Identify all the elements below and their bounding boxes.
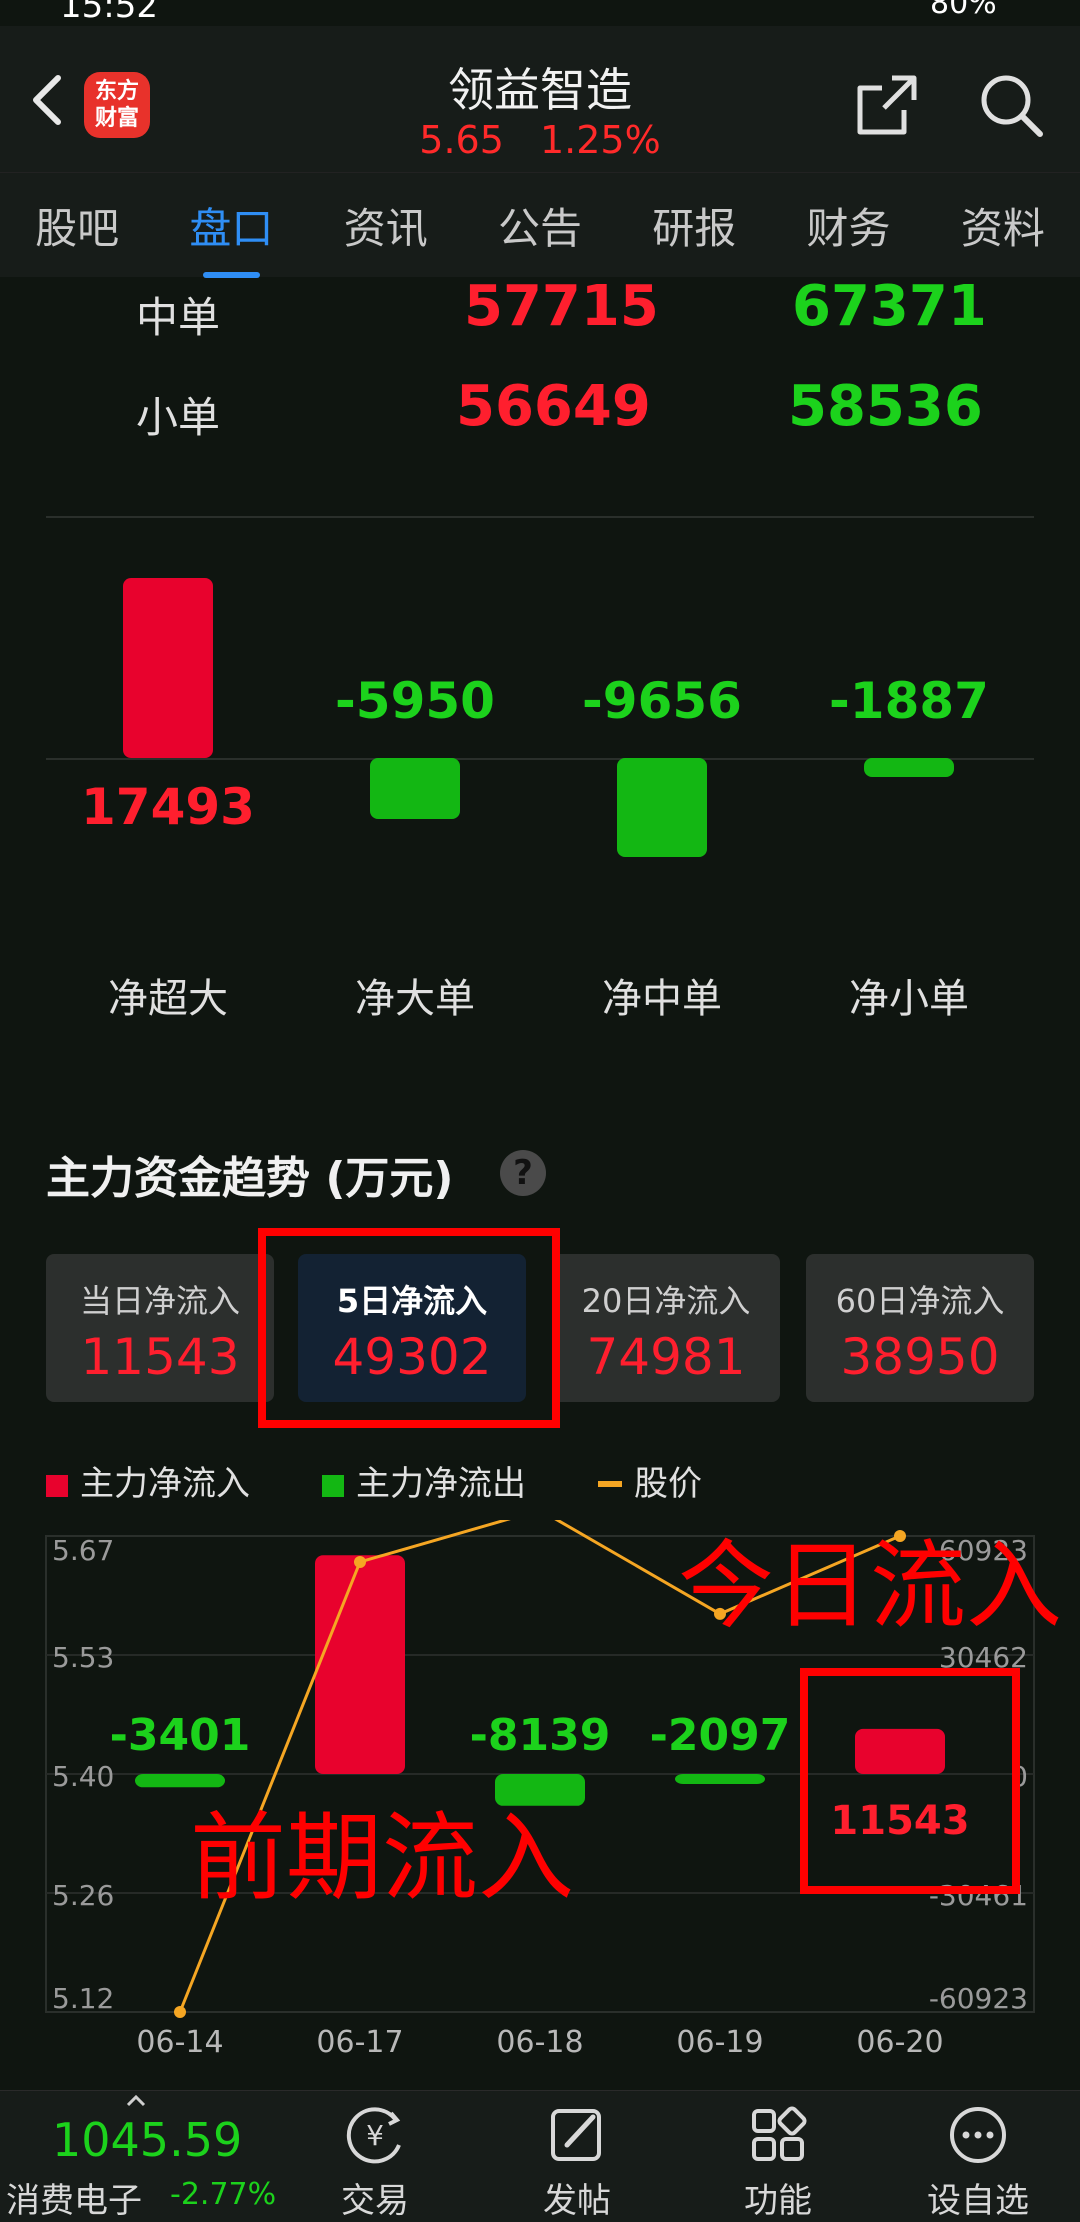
nav-add-watchlist-label: 设自选 (927, 2181, 1029, 2221)
net-label-super: 净超大 (108, 976, 228, 1022)
status-bar: 15:52 80% (0, 0, 1080, 26)
card-60day-label: 60日净流入 (835, 1282, 1005, 1320)
price-point-0 (174, 2006, 186, 2018)
legend-price-text: 股价 (634, 1464, 702, 1504)
nav-functions-label: 功能 (744, 2181, 812, 2221)
y-left-tick: 5.53 (52, 1641, 114, 1674)
net-label-large: 净大单 (355, 976, 475, 1022)
stock-price: 5.65 (419, 118, 504, 162)
tab-pankou[interactable]: 盘口 (183, 195, 279, 278)
nav-trade-label: 交易 (341, 2181, 409, 2221)
net-value-1: -5950 (335, 672, 495, 730)
annotation-today-inflow: 今日流入 (678, 1530, 1062, 1642)
help-icon[interactable]: ? (500, 1150, 546, 1196)
tab-bar: 股吧 盘口 资讯 公告 研报 财务 资料 (0, 172, 1080, 278)
nav-add-watchlist[interactable]: 设自选 (918, 2105, 1038, 2222)
yen-circle-icon: ¥ (346, 2107, 401, 2164)
legend-price-swatch (598, 1481, 622, 1487)
card-today-label: 当日净流入 (79, 1282, 240, 1320)
card-20day-value: 74981 (586, 1328, 746, 1386)
trend-bar-3 (675, 1774, 765, 1784)
card-today[interactable]: 当日净流入 11543 (46, 1254, 274, 1402)
card-20day-label: 20日净流入 (581, 1282, 751, 1320)
nav-post[interactable]: 发帖 (517, 2105, 637, 2222)
y-right-tick: -60923 (929, 1982, 1028, 2015)
card-60day[interactable]: 60日净流入 38950 (806, 1254, 1034, 1402)
card-today-value: 11543 (80, 1328, 240, 1386)
legend-outflow: 主力净流出 (322, 1456, 526, 1505)
x-tick-1: 06-17 (316, 2025, 403, 2060)
nav-trade[interactable]: ¥ 交易 (315, 2105, 435, 2222)
tab-finance[interactable]: 财务 (801, 195, 897, 256)
stock-change: 1.25% (539, 118, 661, 162)
trend-bar-label-3: -2097 (650, 1710, 791, 1761)
y-left-tick: 5.40 (52, 1760, 114, 1793)
x-tick-0: 06-14 (136, 2025, 223, 2060)
card-20day[interactable]: 20日净流入 74981 (552, 1254, 780, 1402)
card-60day-value: 38950 (840, 1328, 1000, 1386)
order-medium-inflow: 57715 (464, 274, 659, 339)
index-value[interactable]: 1045.59 (52, 2113, 242, 2167)
y-left-tick: 5.26 (52, 1879, 114, 1912)
grid-icon (752, 2106, 807, 2161)
index-name[interactable]: 消费电子 (6, 2173, 142, 2222)
search-icon[interactable] (976, 70, 1046, 140)
share-icon[interactable] (852, 70, 922, 140)
legend-inflow: 主力净流入 (46, 1456, 250, 1505)
legend-inflow-swatch (46, 1475, 68, 1497)
svg-text:¥: ¥ (366, 2119, 384, 2152)
battery-level: 80% (930, 0, 997, 21)
net-bar-1 (370, 758, 460, 820)
order-label-medium: 中单 (136, 293, 221, 342)
net-bar-0 (123, 578, 213, 758)
net-value-2: -9656 (582, 672, 742, 730)
tab-announcements[interactable]: 公告 (492, 195, 588, 256)
order-medium-outflow: 67371 (792, 274, 987, 339)
chevron-up-icon[interactable] (126, 2095, 146, 2107)
status-time: 15:52 (60, 0, 158, 26)
stock-header: 东方 财富 领益智造 5.65 1.25% (0, 26, 1080, 172)
y-left-tick: 5.12 (52, 1982, 114, 2015)
net-bar-3 (864, 758, 954, 778)
section-title: 主力资金趋势 (万元) (46, 1153, 454, 1204)
nav-post-label: 发帖 (543, 2181, 611, 2221)
net-value-0: 17493 (81, 778, 255, 836)
highlight-box-today (800, 1668, 1020, 1894)
net-label-small: 净小单 (849, 976, 969, 1022)
order-small-inflow: 56649 (456, 374, 651, 439)
legend-price: 股价 (598, 1456, 702, 1505)
annotation-previous-inflow: 前期流入 (190, 1802, 574, 1914)
nav-functions[interactable]: 功能 (718, 2105, 838, 2222)
tab-guba[interactable]: 股吧 (29, 195, 125, 256)
bottom-bar: 1045.59 消费电子 -2.77% ¥ 交易 发帖 功能 设自选 (0, 2090, 1080, 2222)
trend-bar-label-2: -8139 (470, 1710, 611, 1761)
more-circle-icon (950, 2107, 1006, 2163)
price-point-1 (354, 1555, 366, 1568)
divider (46, 516, 1034, 518)
net-label-medium: 净中单 (602, 976, 722, 1022)
net-bar-2 (617, 758, 707, 858)
trend-bar-1 (315, 1555, 405, 1774)
index-change: -2.77% (170, 2177, 277, 2212)
x-tick-3: 06-19 (676, 2025, 763, 2060)
legend-inflow-text: 主力净流入 (80, 1464, 250, 1504)
legend-outflow-text: 主力净流出 (356, 1464, 526, 1504)
tab-profile[interactable]: 资料 (955, 195, 1051, 256)
trend-bar-label-0: -3401 (110, 1710, 251, 1761)
legend-outflow-swatch (322, 1475, 344, 1497)
y-left-tick: 5.67 (52, 1534, 114, 1567)
net-value-3: -1887 (829, 672, 989, 730)
highlight-box-5day (258, 1228, 560, 1428)
tab-news[interactable]: 资讯 (338, 195, 434, 256)
x-tick-2: 06-18 (496, 2025, 583, 2060)
x-tick-4: 06-20 (856, 2025, 943, 2060)
tab-research[interactable]: 研报 (646, 195, 742, 256)
edit-icon (551, 2109, 601, 2161)
order-small-outflow: 58536 (788, 374, 983, 439)
order-label-small: 小单 (136, 393, 221, 442)
